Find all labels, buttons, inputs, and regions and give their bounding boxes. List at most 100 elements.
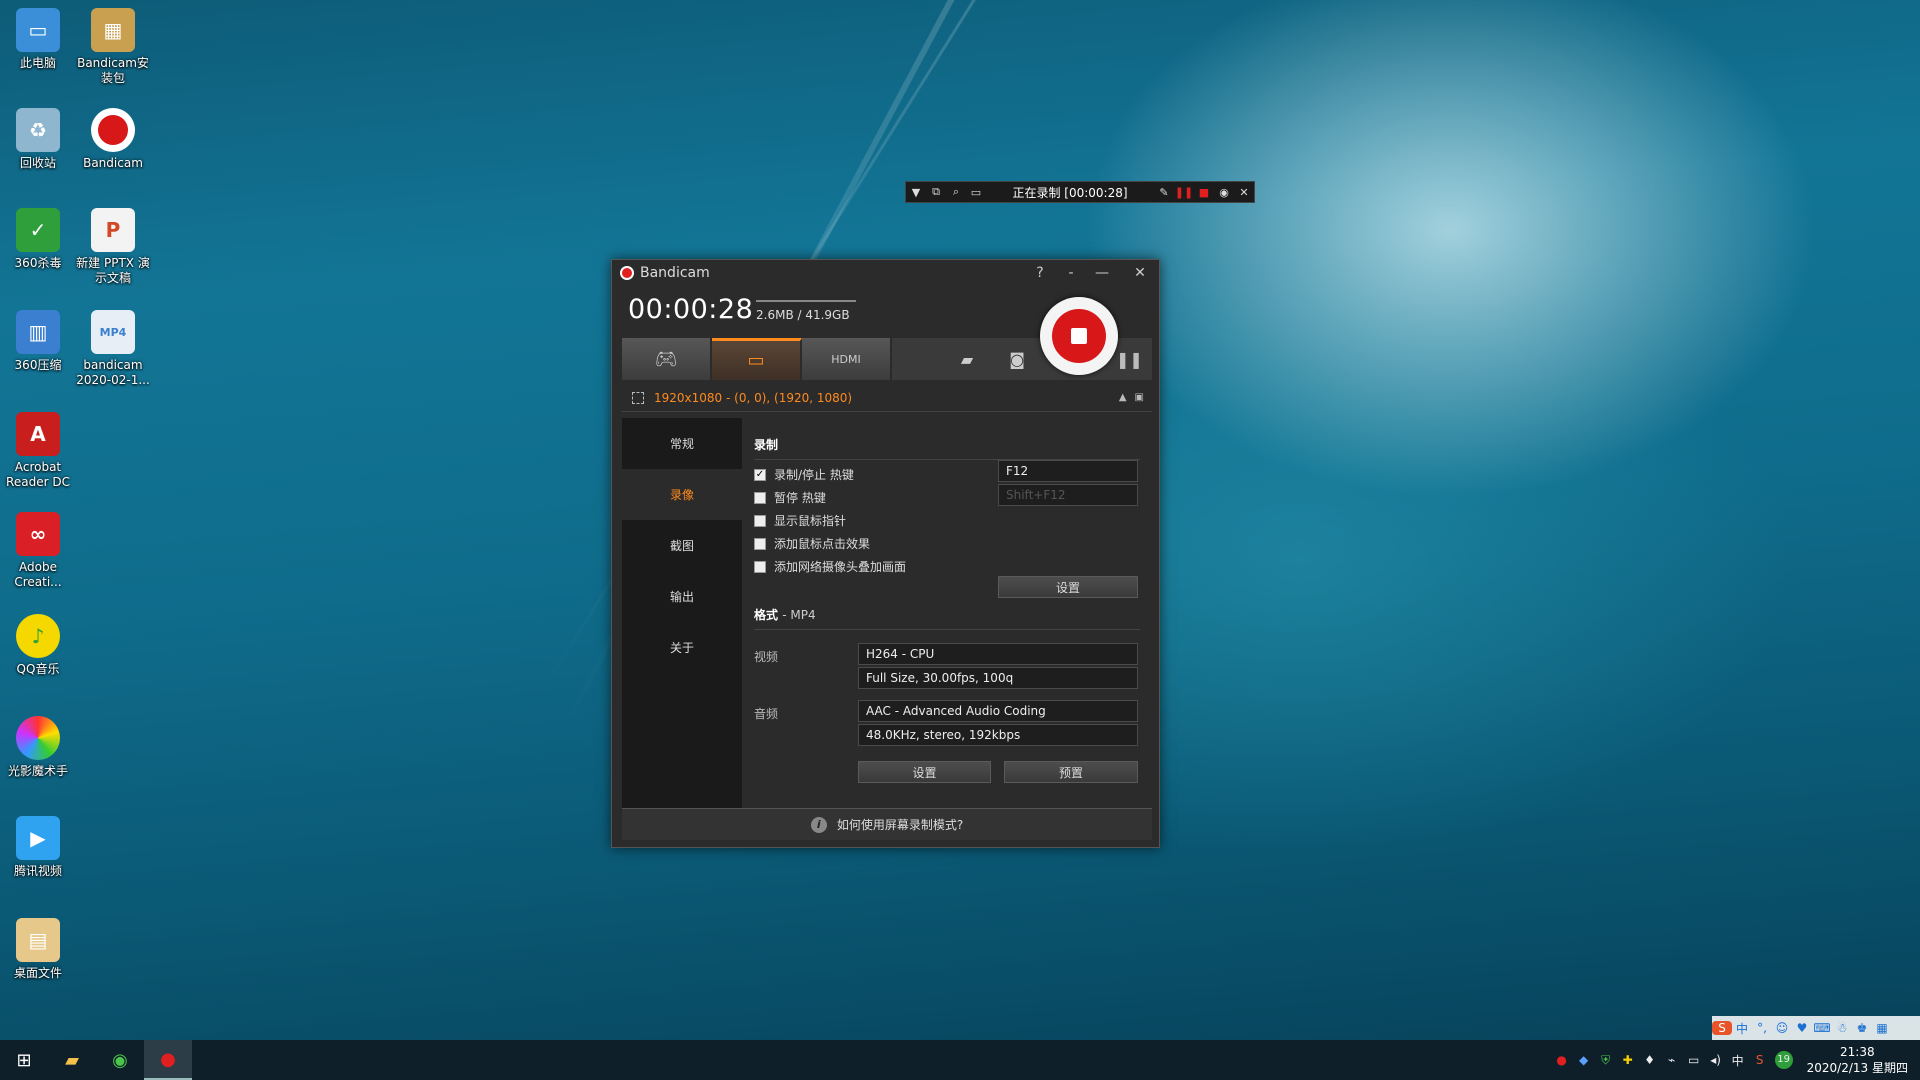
checkbox-click-effect[interactable] <box>754 537 766 550</box>
checkbox-pause-hotkey[interactable] <box>754 491 766 504</box>
ime-mode-label[interactable]: 中 <box>1732 1020 1752 1037</box>
help-footer[interactable]: i 如何使用屏幕录制模式? <box>622 808 1152 840</box>
dropdown-icon[interactable]: ▼ <box>906 182 926 202</box>
desktop-icon-bandicam[interactable]: Bandicam <box>75 108 151 171</box>
start-button[interactable]: ⊞ <box>0 1040 48 1080</box>
desktop-icon-label: 腾讯视频 <box>13 864 62 878</box>
desktop-icon-qq-music[interactable]: ♪ QQ音乐 <box>0 614 76 677</box>
audio-codec-field[interactable]: AAC - Advanced Audio Coding <box>858 700 1138 722</box>
skin-icon[interactable]: ♚ <box>1852 1021 1872 1035</box>
folder-button[interactable]: ▰ <box>942 338 992 380</box>
audio-label: 音频 <box>754 707 779 721</box>
stop-icon[interactable]: ■ <box>1194 182 1214 202</box>
format-preset-button[interactable]: 预置 <box>1004 761 1138 783</box>
help-link[interactable]: 如何使用屏幕录制模式? <box>837 816 963 833</box>
collapse-icon[interactable]: ▲ <box>1119 392 1127 403</box>
input-language[interactable]: 中 <box>1727 1052 1749 1069</box>
tab-screen-mode[interactable]: ▭ <box>712 338 802 380</box>
pause-button[interactable]: ❚❚ <box>1116 350 1143 369</box>
window-mode-icon[interactable]: ⧉ <box>926 182 946 202</box>
tab-device-mode[interactable]: HDMI <box>802 338 892 380</box>
sidebar-item-general[interactable]: 常规 <box>622 418 742 469</box>
sidebar-item-video[interactable]: 录像 <box>622 469 742 520</box>
video-codec-field[interactable]: H264 - CPU <box>858 643 1138 665</box>
desktop-icon-360-zip[interactable]: ▥ 360压缩 <box>0 310 76 373</box>
camera-icon[interactable]: ◉ <box>1214 182 1234 202</box>
mic-tray-icon[interactable]: ♦ <box>1639 1053 1661 1067</box>
sidebar-item-about[interactable]: 关于 <box>622 622 742 673</box>
audio-detail-field[interactable]: 48.0KHz, stereo, 192kbps <box>858 724 1138 746</box>
option-pause-hotkey[interactable]: 暂停 热键 <box>754 489 826 506</box>
network-tray-icon[interactable]: ⌁ <box>1661 1053 1683 1067</box>
menu-grid-icon[interactable]: ▦ <box>1872 1021 1892 1035</box>
sogou-icon[interactable]: S <box>1712 1021 1732 1035</box>
pencil-icon[interactable]: ✎ <box>1154 182 1174 202</box>
plus-tray-icon[interactable]: ✚ <box>1617 1053 1639 1067</box>
desktop-icon-tencent-video[interactable]: ▶ 腾讯视频 <box>0 816 76 879</box>
option-webcam-overlay[interactable]: 添加网络摄像头叠加画面 <box>754 558 906 575</box>
user-icon[interactable]: ☃ <box>1832 1021 1852 1035</box>
taskbar-browser[interactable]: ◉ <box>96 1040 144 1080</box>
bandicam-tray-icon[interactable]: ● <box>1551 1053 1573 1067</box>
help-button[interactable]: ? <box>1021 265 1059 281</box>
display-tray-icon[interactable]: ▭ <box>1683 1053 1705 1067</box>
desktop-icon-mp4-file[interactable]: MP4 bandicam 2020-02-1... <box>75 310 151 388</box>
video-settings-panel: 录制 ✓ 录制/停止 热键 暂停 热键 显示鼠标指针 添加鼠标点击效果 添加网络… <box>742 418 1152 808</box>
desktop-icon-desktop-files[interactable]: ▤ 桌面文件 <box>0 918 76 981</box>
taskbar-file-explorer[interactable]: ▰ <box>48 1040 96 1080</box>
search-icon[interactable]: ⌕ <box>946 182 966 202</box>
format-settings-button[interactable]: 设置 <box>858 761 991 783</box>
desktop-icon-label: Adobe Creati... <box>14 560 62 589</box>
sidebar-item-output[interactable]: 输出 <box>622 571 742 622</box>
record-stop-button[interactable] <box>1040 297 1118 375</box>
archive-icon: ▥ <box>16 310 60 354</box>
option-click-effect[interactable]: 添加鼠标点击效果 <box>754 535 870 552</box>
region-select-icon[interactable] <box>632 391 644 404</box>
desktop-icon-360-antivirus[interactable]: ✓ 360杀毒 <box>0 208 76 271</box>
checkbox-webcam-overlay[interactable] <box>754 560 766 573</box>
option-record-hotkey[interactable]: ✓ 录制/停止 热键 <box>754 466 854 483</box>
mini-mode-button[interactable]: - <box>1059 265 1083 281</box>
video-detail-field[interactable]: Full Size, 30.00fps, 100q <box>858 667 1138 689</box>
desktop-icon-recycle-bin[interactable]: ♻ 回收站 <box>0 108 76 171</box>
desktop-icon-pptx[interactable]: P 新建 PPTX 演示文稿 <box>75 208 151 286</box>
sidebar-item-image[interactable]: 截图 <box>622 520 742 571</box>
microphone-icon[interactable]: ♥ <box>1792 1021 1812 1035</box>
close-icon[interactable]: ✕ <box>1234 182 1254 202</box>
desktop-icon-bandicam-package[interactable]: ▦ Bandicam安装包 <box>75 8 151 86</box>
desktop-icon-label: 光影魔术手 <box>7 764 68 778</box>
window-restore-icon[interactable]: ▣ <box>1135 392 1144 403</box>
desktop-icon-this-pc[interactable]: ▭ 此电脑 <box>0 8 76 71</box>
desktop-icon-adobe-cc[interactable]: ∞ Adobe Creati... <box>0 512 76 590</box>
checkbox-show-cursor[interactable] <box>754 514 766 527</box>
package-icon: ▦ <box>91 8 135 52</box>
desktop-icon-acrobat[interactable]: A Acrobat Reader DC <box>0 412 76 490</box>
recording-status: 正在录制 [00:00:28] <box>1012 185 1128 200</box>
tab-spacer <box>892 338 942 380</box>
cube-tray-icon[interactable]: ◆ <box>1573 1053 1595 1067</box>
option-label: 添加网络摄像头叠加画面 <box>774 560 907 574</box>
desktop-icon-photo-editor[interactable]: 光影魔术手 <box>0 716 76 779</box>
minimize-button[interactable]: — <box>1083 265 1121 281</box>
region-icon[interactable]: ▭ <box>966 182 986 202</box>
antivirus-icon: ✓ <box>16 208 60 252</box>
option-show-cursor[interactable]: 显示鼠标指针 <box>754 512 846 529</box>
clock[interactable]: 21:38 2020/2/13 星期四 <box>1807 1044 1908 1076</box>
sogou-tray-icon[interactable]: S <box>1749 1053 1771 1067</box>
pause-icon[interactable]: ❚❚ <box>1174 182 1194 202</box>
notification-badge[interactable]: 19 <box>1774 1051 1793 1069</box>
checkbox-record-hotkey[interactable]: ✓ <box>754 468 766 481</box>
keyboard-icon[interactable]: ⌨ <box>1812 1021 1832 1035</box>
close-button[interactable]: ✕ <box>1121 265 1159 281</box>
recycle-bin-icon: ♻ <box>16 108 60 152</box>
emoji-icon[interactable]: ☺ <box>1772 1021 1792 1035</box>
screenshot-button[interactable]: ◙ <box>992 338 1042 380</box>
shield-tray-icon[interactable]: ⛨ <box>1595 1053 1617 1068</box>
punctuation-icon[interactable]: °, <box>1752 1021 1772 1035</box>
capture-region-text: 1920x1080 - (0, 0), (1920, 1080) <box>654 390 853 405</box>
record-hotkey-field[interactable]: F12 <box>998 460 1138 482</box>
volume-icon[interactable]: ◂) <box>1705 1053 1727 1067</box>
taskbar-bandicam[interactable]: ● <box>144 1040 192 1080</box>
tab-game-mode[interactable]: 🎮︎ <box>622 338 712 380</box>
record-circle-icon <box>1052 309 1106 363</box>
